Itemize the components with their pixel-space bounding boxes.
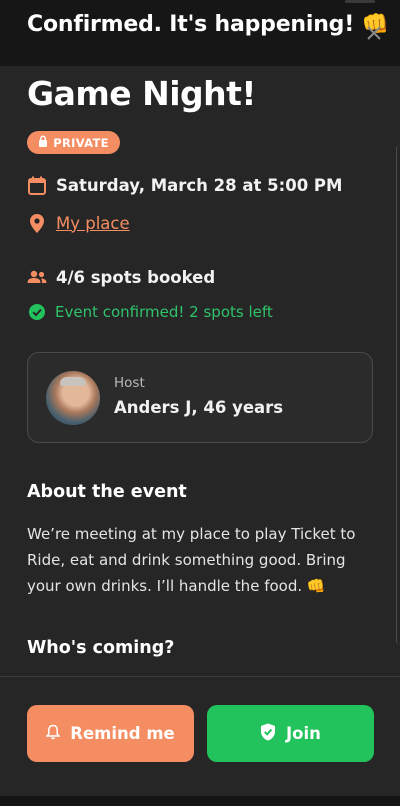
event-date: Saturday, March 28 at 5:00 PM <box>56 175 343 195</box>
about-heading: About the event <box>27 482 187 502</box>
confirmed-status: Event confirmed! 2 spots left <box>55 303 273 321</box>
event-date-row: Saturday, March 28 at 5:00 PM <box>27 175 342 195</box>
event-screen: Confirmed. It's happening! 👊 Game Night!… <box>0 0 400 806</box>
system-nav-strip <box>0 796 400 806</box>
join-button[interactable]: Join <box>207 705 374 762</box>
people-icon <box>27 267 47 287</box>
check-circle-icon <box>27 302 47 322</box>
spots-row: 4/6 spots booked <box>27 267 215 287</box>
spots-booked: 4/6 spots booked <box>56 267 216 287</box>
event-title: Game Night! <box>27 74 256 113</box>
lock-icon <box>38 135 48 150</box>
private-badge-label: PRIVATE <box>53 135 109 150</box>
calendar-icon <box>27 175 47 195</box>
event-place-link[interactable]: My place <box>56 214 130 233</box>
avatar-hair <box>60 377 86 386</box>
join-label: Join <box>286 724 321 743</box>
remind-me-button[interactable]: Remind me <box>27 705 194 762</box>
close-icon[interactable] <box>364 24 384 46</box>
host-label: Host <box>114 375 145 391</box>
event-place-row: My place <box>27 213 130 233</box>
action-footer: Remind me Join <box>0 676 400 796</box>
location-pin-icon <box>27 213 47 233</box>
remind-me-label: Remind me <box>70 724 175 743</box>
whos-coming-heading: Who's coming? <box>27 638 175 658</box>
scroll-edge <box>396 145 400 645</box>
confirmed-status-row: Event confirmed! 2 spots left <box>27 302 273 322</box>
host-avatar <box>46 371 100 425</box>
private-badge: PRIVATE <box>27 131 120 154</box>
banner-handle <box>345 0 375 3</box>
banner-title: Confirmed. It's happening! 👊 <box>27 12 389 37</box>
host-card[interactable]: Host Anders J, 46 years <box>27 352 373 443</box>
bell-icon <box>45 724 61 744</box>
host-name: Anders J, 46 years <box>114 398 284 417</box>
confirmation-banner: Confirmed. It's happening! 👊 <box>0 0 400 66</box>
about-text: We’re meeting at my place to play Ticket… <box>27 525 356 595</box>
shield-check-icon <box>260 723 276 745</box>
